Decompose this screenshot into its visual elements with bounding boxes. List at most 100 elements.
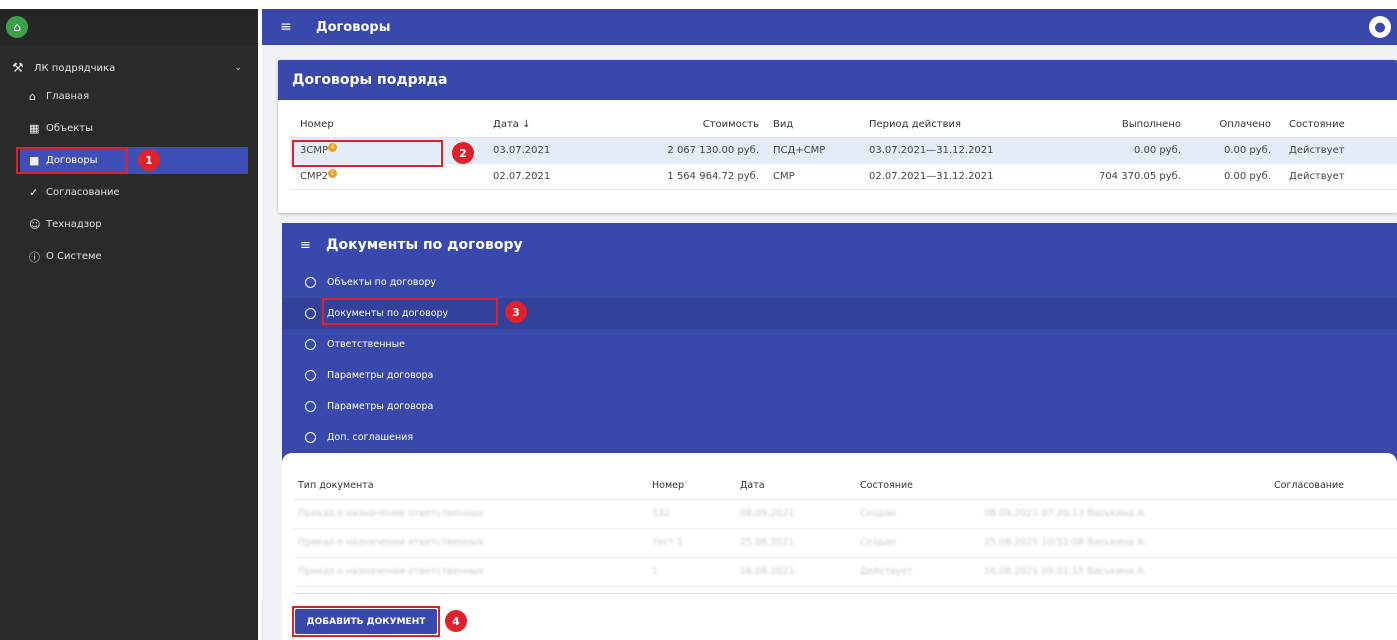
people-icon: ☺	[29, 218, 41, 231]
annotation-marker: 3	[505, 301, 527, 323]
buildings-icon: ▦	[29, 122, 40, 135]
app-header: ≡ Договоры ●	[262, 9, 1397, 45]
radio-icon	[305, 401, 316, 412]
sidebar-item-about[interactable]: ⓘ О Системе	[0, 243, 258, 270]
table-cell: 25.08.2021	[740, 528, 860, 558]
table-cell: Приказ о назначении ответственных	[294, 528, 652, 558]
table-cell: СМР	[769, 163, 869, 190]
table-cell: 132	[652, 499, 740, 529]
table-cell: 03.07.2021	[493, 137, 627, 164]
table-cell: 02.07.2021—31.12.2021	[869, 163, 1057, 190]
table-cell: Создан	[860, 528, 984, 558]
table-row[interactable]: Приказ о назначении ответственных 1 16.0…	[294, 557, 1397, 587]
table-cell	[1274, 557, 1397, 587]
sidebar-item-approval[interactable]: ✓ Согласование	[0, 179, 258, 206]
table-cell: 03.07.2021—31.12.2021	[869, 137, 1057, 164]
section-item-label: Ответственные	[327, 339, 405, 350]
annotation-highlight-add-button	[292, 606, 440, 637]
section-item-parameters-2[interactable]: Параметры договора	[282, 391, 1397, 422]
section-item-label: Параметры договора	[327, 401, 434, 412]
column-header[interactable]: Стоимость	[627, 112, 769, 138]
annotation-marker: 1	[138, 149, 160, 171]
divider	[262, 600, 263, 640]
table-cell: Действует	[1281, 137, 1397, 164]
radio-icon	[305, 308, 316, 319]
table-header-row: Тип документа Номер Дата Состояние Согла…	[294, 473, 1397, 500]
table-row[interactable]: Приказ о назначении ответственных 132 08…	[294, 499, 1397, 529]
panel-header: ≡ Документы по договору	[282, 223, 1397, 267]
menu-icon[interactable]: ≡	[280, 19, 292, 35]
documents-table: Тип документа Номер Дата Состояние Согла…	[294, 473, 1397, 587]
table-cell: 08.09.2021	[740, 499, 860, 529]
contracts-card-title: Договоры подряда	[278, 60, 1397, 100]
top-strip	[0, 0, 1397, 9]
column-header[interactable]: Выполнено	[1057, 112, 1191, 138]
sidebar-group-label: ЛК подрядчика	[34, 62, 116, 74]
column-header[interactable]: Номер	[652, 473, 740, 500]
table-cell: 0.00 руб.	[1191, 137, 1281, 164]
contract-sections-panel: ≡ Документы по договору Объекты по догов…	[282, 223, 1397, 461]
sidebar-item-label: Главная	[46, 91, 90, 102]
column-header[interactable]: Оплачено	[1191, 112, 1281, 138]
sidebar: ⌂ ⚒ ЛК подрядчика ⌄ ⌂ Главная ▦ Объекты …	[0, 9, 258, 640]
table-cell: 0.00 руб.	[1057, 137, 1191, 164]
column-header[interactable]: Вид	[769, 112, 869, 138]
table-cell: 0.00 руб.	[1191, 163, 1281, 190]
radio-icon	[305, 432, 316, 443]
radio-icon	[305, 339, 316, 350]
contracts-card: Договоры подряда Номер Дата ↓ Стоимость …	[278, 60, 1397, 213]
tools-icon: ⚒	[12, 60, 24, 76]
table-cell: Действует	[860, 557, 984, 587]
sidebar-item-home[interactable]: ⌂ Главная	[0, 83, 258, 110]
table-cell: 2 067 130.00 руб.	[627, 137, 769, 164]
table-cell: 16.08.2021 09:01:15 Васькина А.	[984, 557, 1274, 587]
table-cell: 704 370.05 руб.	[1057, 163, 1191, 190]
table-header-row: Номер Дата ↓ Стоимость Вид Период действ…	[290, 112, 1397, 138]
table-cell: Действует	[1281, 163, 1397, 190]
table-cell: 1 564 964.72 руб.	[627, 163, 769, 190]
account-icon[interactable]: ●	[1369, 16, 1391, 38]
table-cell: 02.07.2021	[493, 163, 627, 190]
sidebar-group-contractor[interactable]: ⚒ ЛК подрядчика ⌄	[0, 53, 258, 83]
menu-collapse-icon[interactable]: ≡	[300, 238, 314, 253]
panel-title: Документы по договору	[326, 237, 523, 253]
section-item-label: Объекты по договору	[327, 277, 436, 288]
table-cell: 25.08.2021 10:51:08 Васькина А.	[984, 528, 1274, 558]
table-cell: 1	[652, 557, 740, 587]
sidebar-item-label: Объекты	[46, 123, 94, 134]
sidebar-item-supervision[interactable]: ☺ Технадзор	[0, 211, 258, 238]
section-item-agreements[interactable]: Доп. соглашения	[282, 422, 1397, 453]
section-item-parameters[interactable]: Параметры договора	[282, 360, 1397, 391]
table-row[interactable]: СМР2 1 02.07.2021 1 564 964.72 руб. СМР 0…	[290, 163, 1397, 190]
page-title: Договоры	[316, 19, 391, 35]
column-header[interactable]: Дата ↓	[493, 112, 627, 138]
annotation-marker: 4	[445, 610, 467, 632]
table-cell: 16.08.2021	[740, 557, 860, 587]
section-item-responsible[interactable]: Ответственные	[282, 329, 1397, 360]
radio-icon	[305, 277, 316, 288]
column-header[interactable]: Состояние	[1281, 112, 1397, 138]
annotation-highlight-contract-row	[292, 140, 443, 167]
table-cell: Приказ о назначении ответственных	[294, 557, 652, 587]
count-badge: 1	[328, 168, 338, 178]
section-item-objects[interactable]: Объекты по договору	[282, 267, 1397, 298]
section-item-label: Доп. соглашения	[327, 432, 414, 443]
column-header[interactable]: Номер	[290, 112, 493, 138]
table-cell: тест 1	[652, 528, 740, 558]
sidebar-item-label: О Системе	[46, 251, 102, 262]
column-header[interactable]: Согласование	[1274, 473, 1397, 500]
column-header[interactable]: Тип документа	[294, 473, 652, 500]
sidebar-item-objects[interactable]: ▦ Объекты	[0, 115, 258, 142]
info-icon: ⓘ	[29, 250, 40, 264]
home-logo-icon[interactable]: ⌂	[6, 16, 28, 38]
table-cell: Создан	[860, 499, 984, 529]
table-row[interactable]: Приказ о назначении ответственных тест 1…	[294, 528, 1397, 558]
sidebar-item-label: Согласование	[46, 187, 120, 198]
contract-number: СМР2	[300, 170, 329, 182]
table-cell	[1274, 528, 1397, 558]
table-cell: 08.09.2021 07:20:13 Васькина А.	[984, 499, 1274, 529]
column-header[interactable]: Состояние	[860, 473, 984, 500]
column-header[interactable]: Период действия	[869, 112, 1057, 138]
section-item-label: Параметры договора	[327, 370, 434, 381]
column-header[interactable]: Дата	[740, 473, 860, 500]
